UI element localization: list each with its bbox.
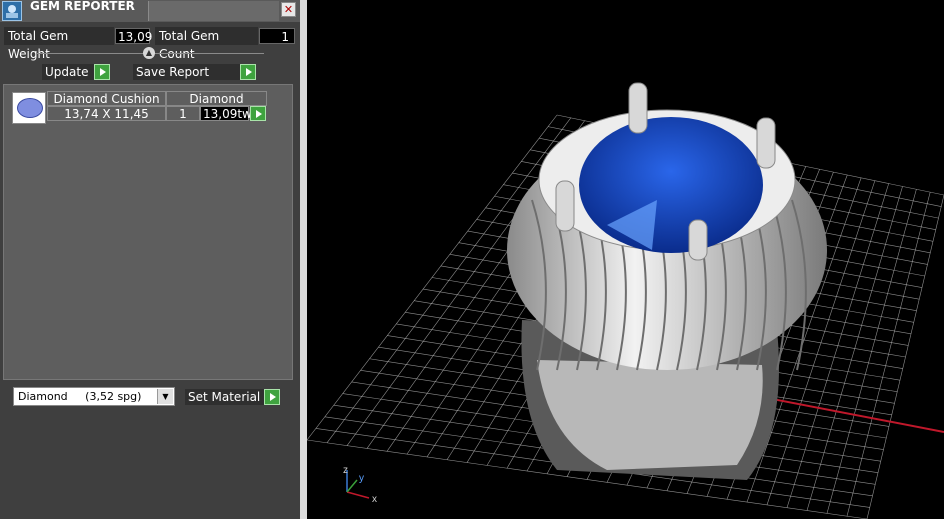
close-icon[interactable]: ✕ (281, 2, 296, 17)
3d-viewport[interactable]: z y x (307, 0, 944, 519)
cushion-gem-icon (17, 98, 43, 118)
material-name: Diamond (18, 390, 68, 403)
save-report-button[interactable]: Save Report (133, 64, 240, 80)
gem-shape-header: Diamond Cushion (47, 91, 166, 106)
gem-reporter-panel: GEM REPORTER ✕ Total Gem Weight 13,09 To… (0, 0, 300, 519)
panel-splitter[interactable] (300, 0, 307, 519)
material-select[interactable]: Diamond (3,52 spg) ▼ (13, 387, 175, 406)
gem-material-header: Diamond (166, 91, 267, 106)
material-density: (3,52 spg) (85, 390, 142, 403)
total-gem-count-label: Total Gem Count (155, 27, 258, 61)
gem-quantity: 1 (166, 106, 200, 121)
axis-label-z: z (343, 465, 348, 476)
panel-title: GEM REPORTER (30, 0, 135, 13)
set-material-button[interactable]: Set Material (185, 389, 264, 405)
gem-reporter-icon (2, 1, 22, 21)
total-gem-weight-label: Total Gem Weight (4, 27, 114, 61)
gem-list: Diamond Cushion Diamond 13,74 X 11,45 1 … (3, 84, 293, 380)
collapse-icon[interactable]: ▲ (143, 47, 155, 59)
update-button[interactable]: Update (42, 64, 94, 80)
axis-label-x: x (372, 494, 377, 505)
chevron-down-icon[interactable]: ▼ (157, 389, 173, 404)
save-report-go-icon[interactable] (240, 64, 256, 80)
title-tab-area (148, 1, 279, 21)
total-gem-count-value: 1 (259, 28, 295, 44)
update-go-icon[interactable] (94, 64, 110, 80)
viewport-scene: z y x (307, 82, 944, 519)
x-axis-line (756, 395, 944, 433)
ring-model[interactable] (507, 82, 827, 480)
gem-weight: 13,09tw (200, 106, 252, 121)
title-bar: GEM REPORTER ✕ (0, 0, 300, 22)
total-gem-weight-value: 13,09 (115, 28, 152, 44)
gem-dimensions: 13,74 X 11,45 (47, 106, 166, 121)
axis-gizmo: z y x (343, 465, 377, 505)
gem-row-go-icon[interactable] (250, 106, 266, 121)
gem-thumbnail[interactable] (12, 92, 46, 124)
grid-line (866, 194, 944, 519)
blue-gem (579, 117, 763, 253)
set-material-go-icon[interactable] (264, 389, 280, 405)
grid-line (846, 192, 931, 517)
axis-label-y: y (359, 473, 364, 484)
